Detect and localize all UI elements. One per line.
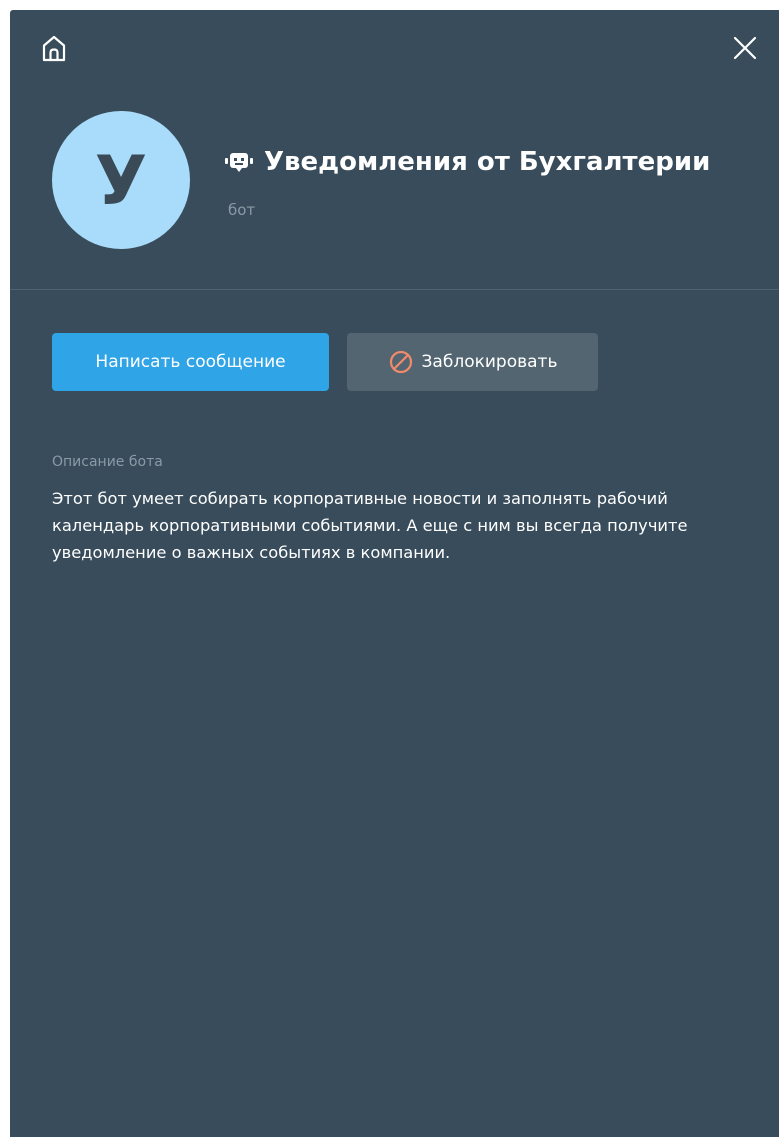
block-label: Заблокировать [421,352,558,372]
home-button[interactable] [34,28,74,68]
close-button[interactable] [725,28,765,68]
divider [10,289,779,290]
profile-subtitle: бот [228,201,256,219]
avatar: У [52,111,190,249]
profile-name: Уведомления от Бухгалтерии [264,147,711,177]
description-text: Этот бот умеет собирать корпоративные но… [52,489,688,562]
home-icon [42,35,66,62]
profile-title-row: Уведомления от Бухгалтерии [224,144,710,180]
bot-icon [224,150,254,174]
block-icon [388,349,414,375]
close-icon [733,36,757,60]
write-message-button[interactable]: Написать сообщение [52,333,329,391]
write-message-label: Написать сообщение [95,352,286,372]
bot-profile-panel: У Уведомления от Бухгалтерии бот Написат… [10,10,779,1137]
block-button[interactable]: Заблокировать [347,333,598,391]
description-label: Описание бота [52,454,163,470]
avatar-letter: У [94,142,148,221]
